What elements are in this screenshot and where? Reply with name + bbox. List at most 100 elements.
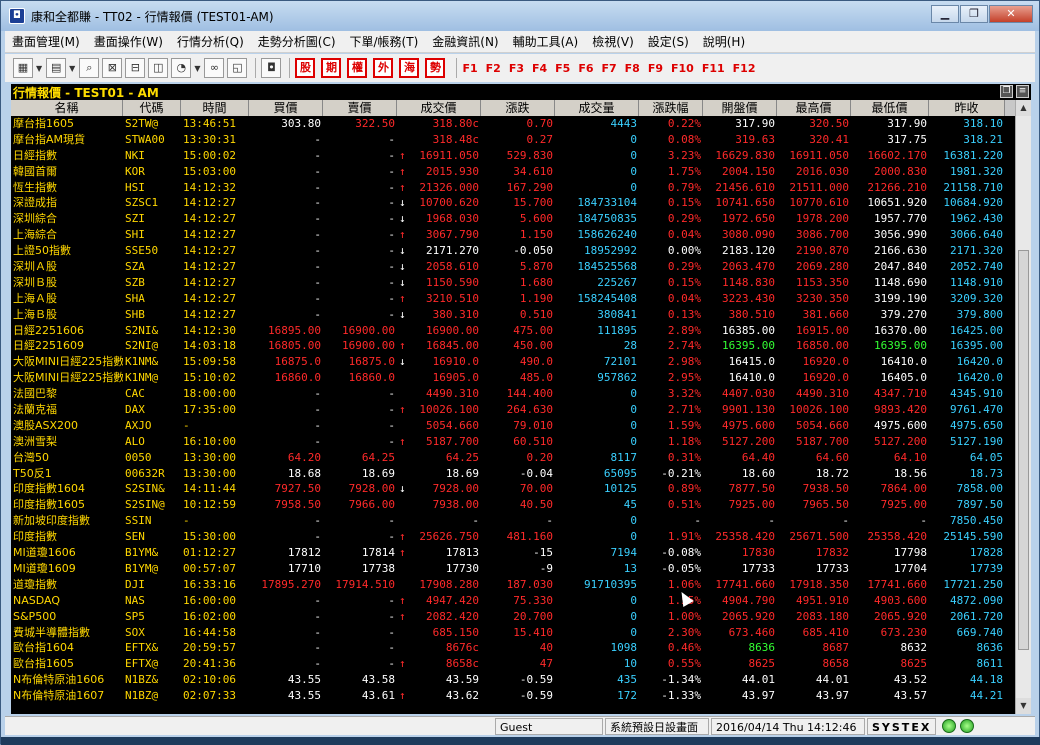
menu-item[interactable]: 走勢分析圖(C) — [251, 33, 343, 50]
menu-item[interactable]: 設定(S) — [641, 33, 696, 50]
table-row[interactable]: 歐台指1604 EFTX& 20:59:57 - - 8676c 40 1098 0.46% 86… — [11, 640, 1015, 656]
market-button[interactable]: 海 — [399, 58, 420, 78]
clock-icon[interactable]: ◔ — [171, 58, 192, 78]
table-row[interactable]: MI道瓊1609 B1YM@ 00:57:07 17710 17738 17730 -9 13… — [11, 561, 1015, 577]
table-row[interactable]: 上海綜合 SHI 14:12:27- - ↑ 3067.790 1.150 158626240… — [11, 227, 1015, 243]
table-row[interactable]: 大阪MINI日經225指數 K1NM& 15:09:58 16875.0 16875.0… — [11, 354, 1015, 370]
column-header[interactable]: 賣價 — [323, 100, 397, 116]
settings-panel-icon[interactable]: ≡ — [1016, 85, 1029, 98]
table-row[interactable]: 深證成指 SZSC1 14:12:27- - ↓ 10700.620 15.700 18473… — [11, 195, 1015, 211]
column-header[interactable]: 成交量 — [555, 100, 639, 116]
table-row[interactable]: 日經指數 NKI 15:00:02- - ↑ 16911.050 529.830 0 3.23%… — [11, 148, 1015, 164]
minus-window-icon[interactable]: ⊟ — [125, 58, 146, 78]
chain-icon[interactable]: ∞ — [204, 58, 225, 78]
dropdown-arrow-icon[interactable]: ▼ — [69, 64, 75, 73]
table-row[interactable]: 上證50指數 SSE50 14:12:27- - ↓ 2171.270 -0.050 1895… — [11, 243, 1015, 259]
function-key-button[interactable]: F12 — [733, 62, 756, 75]
function-key-button[interactable]: F8 — [625, 62, 640, 75]
table-row[interactable]: 道瓊指數 DJI 16:33:16 17895.270 17914.510 17908.2… — [11, 577, 1015, 593]
table-row[interactable]: 韓國首爾 KOR 15:03:00- - ↑ 2015.930 34.610 0 1.75% 20… — [11, 164, 1015, 180]
table-row[interactable]: N布倫特原油1606 N1BZ& 02:10:06 43.55 43.58 43.59 -0… — [11, 672, 1015, 688]
table-row[interactable]: 印度指數1604 S2SIN& 14:11:44 7927.50 7928.00 ↓ 792… — [11, 481, 1015, 497]
scroll-thumb[interactable] — [1018, 250, 1029, 650]
table-row[interactable]: 法蘭克福 DAX 17:35:00- - ↑ 10026.100 264.630 0 2.71%… — [11, 402, 1015, 418]
table-row[interactable]: S&P500 SP5 16:02:00- - ↑ 2082.420 20.700 0 1.00%… — [11, 609, 1015, 625]
column-header[interactable]: 最低價 — [851, 100, 929, 116]
split-window-icon[interactable]: ◫ — [148, 58, 169, 78]
column-header[interactable]: 漲跌 — [481, 100, 555, 116]
dropdown-arrow-icon[interactable]: ▼ — [194, 64, 200, 73]
monitor-icon[interactable]: ▤ — [46, 58, 67, 78]
table-row[interactable]: 歐台指1605 EFTX@ 20:41:36- - ↑ 8658c 47 10 0.55% 862… — [11, 656, 1015, 672]
market-button[interactable]: 期 — [321, 58, 342, 78]
column-header[interactable]: 最高價 — [777, 100, 851, 116]
table-row[interactable]: 澳洲雪梨 ALO 16:10:00- - ↑ 5187.700 60.510 0 1.18% 51… — [11, 434, 1015, 450]
menu-item[interactable]: 說明(H) — [696, 33, 752, 50]
menu-item[interactable]: 行情分析(Q) — [170, 33, 251, 50]
maximize-button[interactable]: ❐ — [960, 5, 988, 23]
column-header[interactable]: 時間 — [181, 100, 249, 116]
menu-item[interactable]: 輔助工具(A) — [506, 33, 586, 50]
vertical-scrollbar[interactable]: ▲ ▼ — [1015, 100, 1031, 714]
menu-item[interactable]: 畫面管理(M) — [5, 33, 87, 50]
market-button[interactable]: 股 — [295, 58, 316, 78]
column-header[interactable]: 成交價 — [397, 100, 481, 116]
systex-logo-icon[interactable]: ◘ — [261, 58, 282, 78]
scroll-up-icon[interactable]: ▲ — [1016, 100, 1031, 116]
table-row[interactable]: 深圳Ｂ股 SZB 14:12:27- - ↓ 1150.590 1.680 225267 0.1… — [11, 275, 1015, 291]
table-row[interactable]: N布倫特原油1607 N1BZ@ 02:07:33 43.55 43.61 ↑ 43.62 -… — [11, 688, 1015, 704]
table-row[interactable]: 澳股ASX200 AXJO - - - 5054.660 79.010 0 1.59% 4975.… — [11, 418, 1015, 434]
table-row[interactable]: 恆生指數 HSI 14:12:32- - ↑ 21326.000 167.290 0 0.79%… — [11, 180, 1015, 196]
function-key-button[interactable]: F3 — [509, 62, 524, 75]
column-header[interactable]: 買價 — [249, 100, 323, 116]
table-row[interactable]: 摩台指1605 S2TW@ 13:46:51 303.80 322.50 318.80c 0… — [11, 116, 1015, 132]
column-header[interactable]: 名稱 — [11, 100, 123, 116]
scroll-down-icon[interactable]: ▼ — [1016, 698, 1031, 714]
market-button[interactable]: 權 — [347, 58, 368, 78]
close-window-icon[interactable]: ⊠ — [102, 58, 123, 78]
restore-panel-icon[interactable]: ❐ — [1000, 85, 1013, 98]
function-key-button[interactable]: F11 — [702, 62, 725, 75]
table-row[interactable]: NASDAQ NAS 16:00:00- - ↑ 4947.420 75.330 0 1.55%… — [11, 593, 1015, 609]
column-header[interactable]: 昨收 — [929, 100, 1005, 116]
table-row[interactable]: 上海Ｂ股 SHB 14:12:27- - ↓ 380.310 0.510 380841 0.13… — [11, 307, 1015, 323]
menu-item[interactable]: 檢視(V) — [585, 33, 641, 50]
layout-icon[interactable]: ▦ — [13, 58, 33, 78]
market-button[interactable]: 勢 — [425, 58, 446, 78]
table-row[interactable]: 大阪MINI日經225指數 K1NM@ 15:10:02 16860.0 16860.0… — [11, 370, 1015, 386]
function-key-button[interactable]: F9 — [648, 62, 663, 75]
table-row[interactable]: 印度指數1605 S2SIN@ 10:12:59 7958.50 7966.00 7938… — [11, 497, 1015, 513]
function-key-button[interactable]: F5 — [555, 62, 570, 75]
dropdown-arrow-icon[interactable]: ▼ — [36, 64, 42, 73]
menu-item[interactable]: 畫面操作(W) — [87, 33, 170, 50]
table-row[interactable]: 摩台指AM現貨 STWA00 13:30:31 - - 318.48c 0.27 0 0.08%… — [11, 132, 1015, 148]
search-icon[interactable]: ⌕ — [79, 58, 100, 78]
chart-window-icon[interactable]: ◱ — [227, 58, 248, 78]
table-row[interactable]: 費城半導體指數 SOX 16:44:58 - - 685.150 15.410 0 2.30% 6… — [11, 625, 1015, 641]
market-button[interactable]: 外 — [373, 58, 394, 78]
menu-item[interactable]: 金融資訊(N) — [425, 33, 505, 50]
table-row[interactable]: MI道瓊1606 B1YM& 01:12:27 17812 17814 ↑ 17813 -15… — [11, 545, 1015, 561]
function-key-button[interactable]: F4 — [532, 62, 547, 75]
table-row[interactable]: 上海Ａ股 SHA 14:12:27- - ↑ 3210.510 1.190 158245408… — [11, 291, 1015, 307]
function-key-button[interactable]: F10 — [671, 62, 694, 75]
table-row[interactable]: 日經2251609 S2NI@ 14:03:18 16805.00 16900.00 ↑ 1… — [11, 338, 1015, 354]
close-button[interactable]: ✕ — [989, 5, 1033, 23]
column-header[interactable]: 代碼 — [123, 100, 181, 116]
function-key-button[interactable]: F7 — [602, 62, 617, 75]
function-key-button[interactable]: F2 — [486, 62, 501, 75]
table-row[interactable]: 台灣50 0050 13:30:00 64.20 64.25 64.25 0.20 8117 0… — [11, 450, 1015, 466]
column-header[interactable]: 開盤價 — [703, 100, 777, 116]
table-row[interactable]: 新加坡印度指數 SSIN - - - - - 0 - - - - 7850.450 — [11, 513, 1015, 529]
table-row[interactable]: 深圳Ａ股 SZA 14:12:27- - ↓ 2058.610 5.870 184525568… — [11, 259, 1015, 275]
minimize-button[interactable]: ▁ — [931, 5, 959, 23]
function-key-button[interactable]: F1 — [462, 62, 477, 75]
column-header[interactable]: 漲跌幅 — [639, 100, 703, 116]
table-row[interactable]: 法國巴黎 CAC 18:00:00 - - 4490.310 144.400 0 3.32% 44… — [11, 386, 1015, 402]
function-key-button[interactable]: F6 — [578, 62, 593, 75]
table-row[interactable]: 深圳綜合 SZI 14:12:27- - ↓ 1968.030 5.600 184750835… — [11, 211, 1015, 227]
menu-item[interactable]: 下單/帳務(T) — [343, 33, 426, 50]
table-row[interactable]: T50反1 00632R 13:30:00 18.68 18.69 18.69 -0.04 6… — [11, 466, 1015, 482]
table-row[interactable]: 印度指數 SEN 15:30:00- - ↑ 25626.750 481.160 0 1.91%… — [11, 529, 1015, 545]
table-row[interactable]: 日經2251606 S2NI& 14:12:30 16895.00 16900.00 16… — [11, 323, 1015, 339]
